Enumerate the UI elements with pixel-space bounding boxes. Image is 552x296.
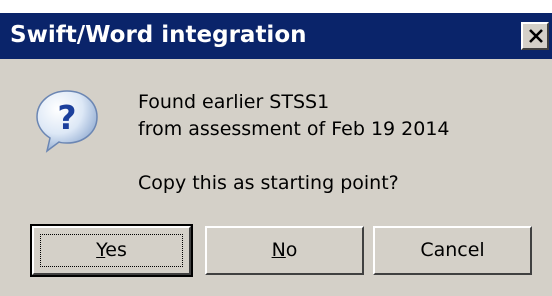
no-button-label: No [272, 239, 298, 261]
message-line-1: Found earlier STSS1 [138, 91, 330, 113]
yes-button-label: Yes [96, 239, 127, 261]
confirm-prompt: Copy this as starting point? [138, 172, 399, 194]
close-icon [529, 29, 543, 43]
close-button[interactable] [521, 22, 549, 50]
no-button[interactable]: No [205, 226, 364, 275]
message-dialog: Swift/Word integration ? Found earlier S… [0, 12, 552, 296]
cancel-button-label: Cancel [420, 239, 485, 261]
message-line-2: from assessment of Feb 19 2014 [138, 118, 450, 140]
title-bar[interactable]: Swift/Word integration [0, 13, 552, 59]
yes-button[interactable]: Yes [30, 224, 193, 277]
no-label-rest: o [285, 239, 298, 261]
no-mnemonic: N [271, 239, 286, 261]
yes-mnemonic: Y [96, 239, 106, 261]
dialog-title: Swift/Word integration [10, 22, 307, 48]
svg-text:?: ? [57, 98, 76, 137]
question-icon: ? [36, 90, 98, 153]
cancel-button[interactable]: Cancel [373, 226, 532, 275]
yes-label-rest: es [105, 239, 127, 261]
